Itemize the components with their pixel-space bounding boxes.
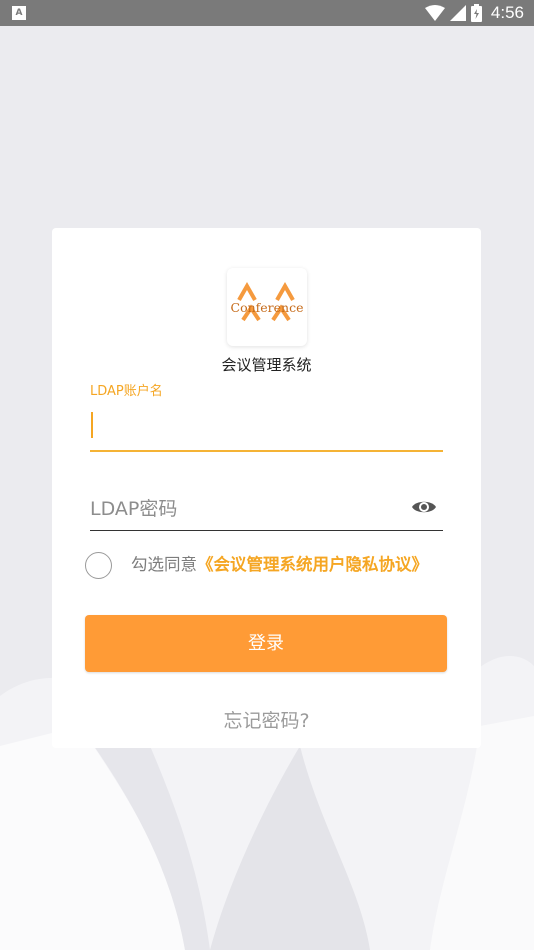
wifi-icon: [424, 5, 445, 21]
password-placeholder: LDAP密码: [90, 498, 178, 520]
login-card: Conference 会议管理系统 LDAP账户名 LDAP密码 勾选同意《会议…: [52, 228, 481, 748]
logo-wordmark: Conference: [231, 300, 304, 315]
eye-icon[interactable]: [411, 498, 437, 516]
password-input[interactable]: LDAP密码: [90, 486, 443, 531]
account-input[interactable]: [90, 404, 443, 452]
clock: 4:56: [490, 3, 524, 22]
agree-text: 勾选同意《会议管理系统用户隐私协议》: [131, 554, 431, 575]
status-icons: 4:56: [424, 2, 524, 24]
agree-prefix: 勾选同意: [131, 555, 197, 574]
privacy-agreement: 勾选同意《会议管理系统用户隐私协议》: [85, 552, 445, 602]
app-logo: Conference: [227, 268, 307, 346]
privacy-policy-link[interactable]: 《会议管理系统用户隐私协议》: [197, 555, 428, 574]
agree-radio[interactable]: [85, 552, 112, 579]
notification-icon: A: [12, 6, 26, 20]
account-label: LDAP账户名: [90, 384, 163, 399]
notification-letter: A: [12, 6, 26, 20]
signal-icon: [449, 5, 466, 21]
forgot-password-link[interactable]: 忘记密码?: [52, 706, 481, 733]
login-button[interactable]: 登录: [85, 615, 447, 672]
conference-logo-mark: Conference: [231, 281, 304, 322]
battery-icon: [470, 4, 482, 22]
app-title: 会议管理系统: [221, 356, 312, 374]
status-bar: A 4:56: [0, 0, 534, 26]
text-cursor: [91, 412, 93, 438]
